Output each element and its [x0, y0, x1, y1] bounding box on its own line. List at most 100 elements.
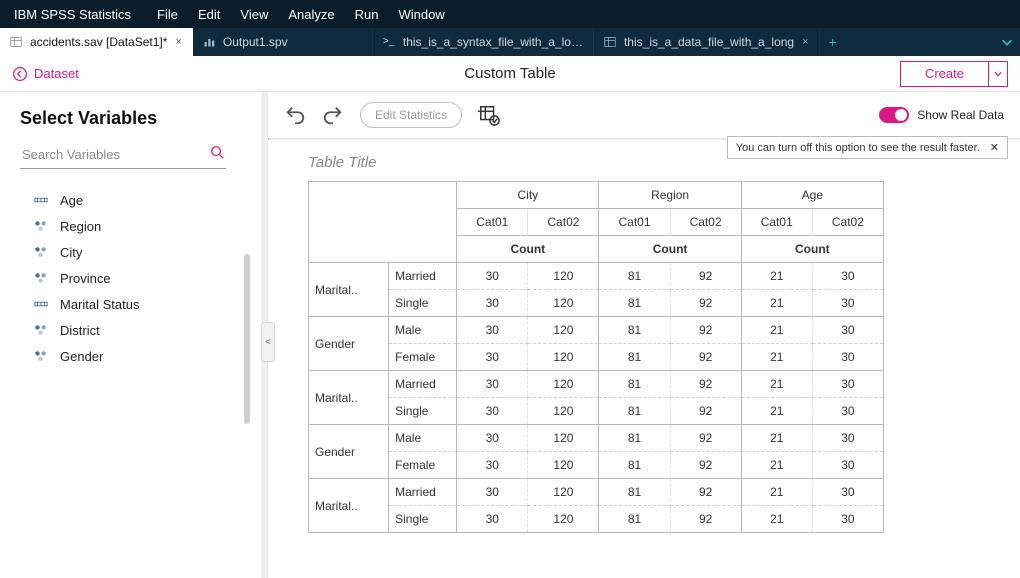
menu-edit[interactable]: Edit [198, 7, 220, 22]
col-group-header: Region [599, 182, 741, 209]
data-cell: 30 [457, 425, 528, 452]
data-cell: 81 [599, 371, 670, 398]
data-cell: 120 [528, 344, 599, 371]
variable-list: AgeRegion City Province Marital Status Distr… [20, 187, 248, 369]
data-cell: 30 [457, 290, 528, 317]
row-sub-label: Single [389, 398, 457, 425]
menu-window[interactable]: Window [398, 7, 444, 22]
table-options-icon[interactable] [478, 104, 500, 126]
tab-output[interactable]: Output1.spv [193, 28, 373, 56]
show-real-data-toggle-wrap: Show Real Data [879, 107, 1004, 123]
variable-item[interactable]: Marital Status [34, 291, 248, 317]
data-cell: 81 [599, 344, 670, 371]
row-sub-label: Single [389, 290, 457, 317]
count-header: Count [741, 236, 883, 263]
close-icon[interactable]: × [802, 36, 808, 48]
tab-label: this_is_a_syntax_file_with_a_lo… [403, 35, 583, 49]
data-cell: 92 [670, 506, 741, 533]
page-title: Custom Table [464, 65, 555, 82]
menu-file[interactable]: File [157, 7, 178, 22]
data-cell: 120 [528, 398, 599, 425]
data-cell: 81 [599, 452, 670, 479]
create-split-button: Create [900, 61, 1008, 87]
edit-statistics-button[interactable]: Edit Statistics [360, 102, 462, 128]
create-dropdown[interactable] [989, 62, 1007, 86]
redo-button[interactable] [322, 104, 344, 126]
scale-icon [34, 193, 48, 207]
header-bar: Dataset Custom Table Create [0, 56, 1020, 92]
variable-label: Marital Status [60, 297, 139, 312]
tab-syntax[interactable]: >_ this_is_a_syntax_file_with_a_lo… [373, 28, 594, 56]
data-cell: 120 [528, 263, 599, 290]
data-cell: 21 [741, 452, 812, 479]
custom-table: CityRegionAgeCat01Cat02Cat01Cat02Cat01Ca… [308, 181, 884, 533]
tab-dataset[interactable]: accidents.sav [DataSet1]* × [0, 28, 193, 56]
col-category-header: Cat01 [457, 209, 528, 236]
data-cell: 92 [670, 371, 741, 398]
show-real-data-toggle[interactable] [879, 107, 909, 123]
table-icon [604, 36, 616, 48]
nominal-icon [34, 219, 48, 233]
close-icon[interactable]: ✕ [990, 141, 999, 154]
row-group-label: Marital.. [309, 263, 389, 317]
variables-panel: Select Variables AgeRegionCityProvinceMa… [0, 92, 262, 578]
row-sub-label: Female [389, 452, 457, 479]
data-cell: 92 [670, 452, 741, 479]
data-cell: 81 [599, 290, 670, 317]
data-cell: 30 [812, 344, 883, 371]
col-category-header: Cat02 [528, 209, 599, 236]
data-cell: 81 [599, 479, 670, 506]
variable-item[interactable]: City [34, 239, 248, 265]
menu-run[interactable]: Run [355, 7, 379, 22]
scrollbar-thumb[interactable] [244, 254, 250, 424]
data-cell: 21 [741, 506, 812, 533]
variable-item[interactable]: Region [34, 213, 248, 239]
data-cell: 21 [741, 344, 812, 371]
col-category-header: Cat01 [599, 209, 670, 236]
variable-label: City [60, 245, 82, 260]
data-cell: 30 [812, 398, 883, 425]
data-cell: 30 [812, 479, 883, 506]
data-cell: 30 [812, 263, 883, 290]
data-cell: 81 [599, 425, 670, 452]
row-group-label: Marital.. [309, 479, 389, 533]
variable-item[interactable]: Province [34, 265, 248, 291]
count-header: Count [599, 236, 741, 263]
data-cell: 92 [670, 344, 741, 371]
variable-item[interactable]: Gender [34, 343, 248, 369]
data-cell: 21 [741, 425, 812, 452]
real-data-tip: You can turn off this option to see the … [727, 136, 1008, 159]
tab-strip: accidents.sav [DataSet1]* × Output1.spv … [0, 28, 1020, 56]
variable-item[interactable]: Age [34, 187, 248, 213]
search-input[interactable] [20, 143, 226, 169]
data-cell: 30 [812, 317, 883, 344]
data-cell: 30 [457, 398, 528, 425]
menu-view[interactable]: View [240, 7, 268, 22]
data-cell: 30 [457, 506, 528, 533]
col-group-header: City [457, 182, 599, 209]
row-sub-label: Male [389, 425, 457, 452]
back-button[interactable]: Dataset [12, 66, 79, 82]
data-cell: 21 [741, 317, 812, 344]
nominal-icon [34, 349, 48, 363]
undo-button[interactable] [284, 104, 306, 126]
menu-analyze[interactable]: Analyze [288, 7, 334, 22]
variable-label: District [60, 323, 100, 338]
search-wrap [20, 143, 226, 169]
prompt-icon: >_ [383, 36, 395, 48]
tab-list-dropdown[interactable] [1000, 28, 1014, 56]
table-icon [10, 36, 22, 48]
tab-add-button[interactable]: + [820, 28, 846, 56]
tab-datafile[interactable]: this_is_a_data_file_with_a_long × [594, 28, 820, 56]
row-group-label: Gender [309, 317, 389, 371]
create-button[interactable]: Create [901, 62, 989, 86]
app-menubar: IBM SPSS Statistics File Edit View Analy… [0, 0, 1020, 28]
search-icon[interactable] [210, 145, 224, 164]
data-cell: 30 [457, 317, 528, 344]
close-icon[interactable]: × [175, 36, 181, 48]
row-group-label: Gender [309, 425, 389, 479]
data-cell: 30 [812, 506, 883, 533]
variable-item[interactable]: District [34, 317, 248, 343]
data-cell: 21 [741, 263, 812, 290]
data-cell: 92 [670, 398, 741, 425]
